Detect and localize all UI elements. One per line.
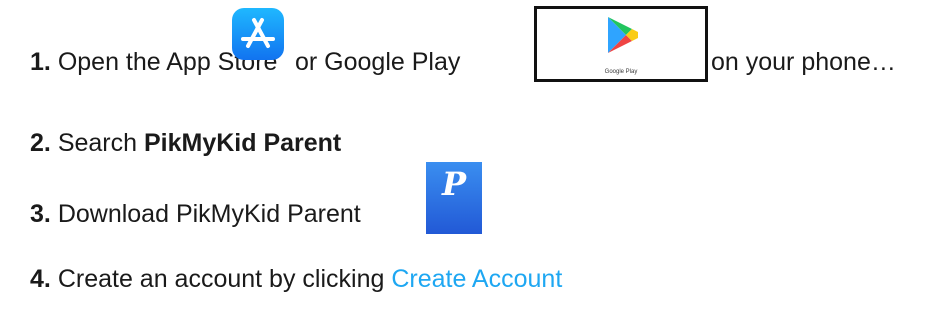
app-store-icon[interactable] xyxy=(232,8,284,60)
google-play-icon xyxy=(608,17,638,53)
step-3: 3. Download PikMyKid Parent xyxy=(30,199,361,229)
step-text: or Google Play xyxy=(295,48,461,76)
step-4: 4. Create an account by clicking Create … xyxy=(30,264,562,294)
step-number: 2. xyxy=(30,129,51,157)
step-number: 1. xyxy=(30,48,51,76)
step-text: Create an account by clicking xyxy=(57,265,385,293)
google-play-caption: Google Play xyxy=(604,69,638,75)
step-text: Download PikMyKid Parent xyxy=(57,200,361,228)
step-number: 3. xyxy=(30,200,51,228)
app-name: PikMyKid Parent xyxy=(143,129,342,157)
step-2: 2. Search PikMyKid Parent xyxy=(30,128,341,158)
create-account-link[interactable]: Create Account xyxy=(391,265,562,293)
step-number: 4. xyxy=(30,265,51,293)
step-1-end: on your phone… xyxy=(711,47,896,77)
step-text: Search xyxy=(57,129,138,157)
google-play-badge[interactable]: Google Play xyxy=(534,6,708,82)
pikmykid-parent-icon[interactable]: P xyxy=(426,162,482,234)
step-1-continued: or Google Play xyxy=(295,47,460,77)
pikmykid-logo-letter: P xyxy=(441,165,467,203)
step-text: on your phone… xyxy=(711,48,896,76)
